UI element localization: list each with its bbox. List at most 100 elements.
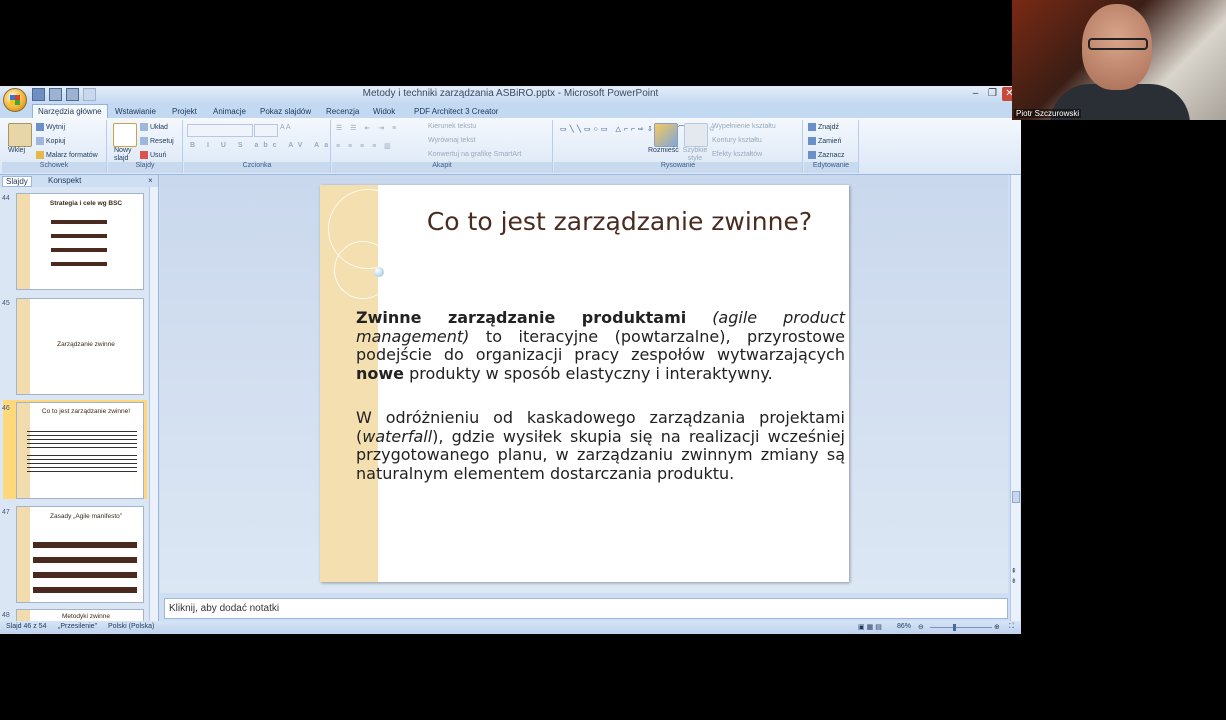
slide-thumbnail[interactable]: Zarządzanie zwinne: [16, 298, 144, 395]
tab-outline[interactable]: Konspekt: [48, 176, 81, 185]
cut-button[interactable]: Wytnij: [36, 123, 65, 131]
slide-paragraph-2[interactable]: W odróżnieniu od kaskadowego zarządzania…: [356, 408, 845, 483]
arrange-icon[interactable]: [654, 123, 678, 147]
layout-button[interactable]: Układ: [140, 123, 168, 131]
reset-icon: [140, 137, 148, 145]
grow-font-icon[interactable]: A A: [280, 124, 291, 131]
new-slide-button[interactable]: Nowy slajd: [114, 147, 138, 163]
minimize-button[interactable]: –: [968, 87, 983, 101]
ribbon: Wklej Wytnij Kopiuj Malarz formatów Scho…: [0, 118, 1021, 175]
slide-paragraph-1[interactable]: Zwinne zarządzanie produktami (agile pro…: [356, 308, 845, 383]
thumb-bar: [51, 262, 107, 266]
panel-close-icon[interactable]: ×: [148, 176, 153, 185]
tab-design[interactable]: Projekt: [172, 105, 197, 118]
font-name-dropdown[interactable]: [187, 124, 253, 137]
convert-smartart-button[interactable]: Konwertuj na grafikę SmartArt: [428, 151, 521, 158]
delete-slide-button[interactable]: Usuń: [140, 151, 166, 159]
group-paragraph: ☰ ☰ ⇤ ⇥ ≡ Kierunek tekstu Wyrównaj tekst…: [332, 120, 553, 173]
alignment-buttons[interactable]: ≡ ≡ ≡ ≡ ▥: [336, 142, 394, 150]
restore-button[interactable]: ❐: [985, 87, 1000, 101]
layout-icon: [140, 123, 148, 131]
shape-effects-button[interactable]: Efekty kształtów: [712, 151, 762, 158]
tab-insert[interactable]: Wstawianie: [115, 105, 156, 118]
fit-slide-icon[interactable]: ⛶: [1009, 623, 1014, 631]
tab-view[interactable]: Widok: [373, 105, 395, 118]
current-slide[interactable]: Co to jest zarządzanie zwinne? Zwinne za…: [320, 185, 849, 582]
presenter-glasses: [1088, 38, 1148, 50]
presenter-name: Piotr Szczurowski: [1014, 109, 1082, 118]
slide-thumbnail[interactable]: Zasady „Agile manifesto”: [16, 506, 144, 603]
drawing-group-label: Rysowanie: [554, 162, 802, 173]
format-painter-button[interactable]: Malarz formatów: [36, 151, 98, 159]
shape-fill-button[interactable]: Wypełnienie kształtu: [712, 123, 776, 130]
copy-button[interactable]: Kopiuj: [36, 137, 65, 145]
powerpoint-window: Metody i techniki zarządzania ASBiRO.ppt…: [0, 86, 1021, 634]
thumb-title: Strategia i cele wg BSC: [49, 200, 123, 207]
tab-animations[interactable]: Animacje: [213, 105, 246, 118]
zoom-in-icon[interactable]: ⊕: [994, 623, 1000, 631]
tab-slides[interactable]: Slajdy: [2, 176, 32, 187]
editor-scrollbar[interactable]: ⇞ ⇟: [1010, 175, 1020, 621]
thumb-bar: [51, 220, 107, 224]
replace-button[interactable]: Zamień: [808, 137, 841, 145]
select-label: Zaznacz: [818, 151, 845, 159]
find-button[interactable]: Znajdź: [808, 123, 839, 131]
zoom-slider-thumb[interactable]: [953, 624, 956, 631]
thumb-bar: [33, 542, 137, 548]
tab-pdf-architect[interactable]: PDF Architect 3 Creator: [414, 105, 498, 118]
window-controls: – ❐ ✕: [968, 87, 1017, 101]
quick-styles-button[interactable]: Szybkie style: [682, 147, 708, 163]
painter-label: Malarz formatów: [46, 151, 98, 159]
group-drawing: ▭╲╲▭○▭ △⌐⌐⇨⇩◯ ⌇⌒⌒{}☆ Rozmieść Szybkie st…: [554, 120, 803, 173]
notes-pane[interactable]: Kliknij, aby dodać notatki: [164, 598, 1008, 619]
shape-outline-button[interactable]: Kontury kształtu: [712, 137, 762, 144]
paste-button[interactable]: Wklej: [8, 147, 25, 154]
term-waterfall: waterfall: [362, 426, 433, 446]
p1-end: produkty w sposób elastyczny i interakty…: [404, 363, 773, 383]
thumb-bar: [51, 248, 107, 252]
layout-label: Układ: [150, 123, 168, 131]
replace-icon: [808, 137, 816, 145]
select-icon: [808, 151, 816, 159]
thumb-number: 48: [2, 612, 10, 619]
zoom-out-icon[interactable]: ⊖: [918, 623, 924, 631]
text-direction-button[interactable]: Kierunek tekstu: [428, 123, 476, 130]
webcam-overlay: Piotr Szczurowski: [1012, 0, 1226, 120]
quick-styles-icon[interactable]: [684, 123, 708, 147]
zoom-level[interactable]: 86%: [897, 623, 911, 630]
title-bar: Metody i techniki zarządzania ASBiRO.ppt…: [0, 86, 1021, 104]
slide-thumbnail[interactable]: Strategia i cele wg BSC: [16, 193, 144, 290]
cut-label: Wytnij: [46, 123, 65, 131]
panel-scrollbar[interactable]: [149, 187, 158, 623]
thumb-title: Zarządzanie zwinne: [57, 341, 115, 348]
tab-home[interactable]: Narzędzia główne: [32, 104, 108, 118]
scroll-thumb[interactable]: [1012, 491, 1020, 503]
tab-slideshow[interactable]: Pokaz slajdów: [260, 105, 311, 118]
align-text-button[interactable]: Wyrównaj tekst: [428, 137, 475, 144]
slide-title[interactable]: Co to jest zarządzanie zwinne?: [400, 207, 839, 236]
font-style-buttons[interactable]: B I U S abc AV Aa: [190, 142, 333, 149]
slide-thumbnail-selected[interactable]: Co to jest zarządzanie zwinne!: [16, 402, 144, 499]
reset-button[interactable]: Resetuj: [140, 137, 174, 145]
prev-slide-icon[interactable]: ⇞: [1011, 567, 1017, 575]
language-status[interactable]: Polski (Polska): [108, 623, 154, 630]
copy-icon: [36, 137, 44, 145]
window-title: Metody i techniki zarządzania ASBiRO.ppt…: [362, 88, 659, 99]
paste-icon[interactable]: [8, 123, 32, 147]
tab-review[interactable]: Recenzja: [326, 105, 359, 118]
slides-panel: Slajdy Konspekt × 44 Strategia i cele wg…: [0, 175, 159, 623]
editing-group-label: Edytowanie: [804, 162, 858, 173]
delete-icon: [140, 151, 148, 159]
office-button[interactable]: [3, 88, 27, 112]
thumb-strip: [17, 507, 30, 602]
select-button[interactable]: Zaznacz: [808, 151, 844, 159]
new-slide-icon[interactable]: [113, 123, 137, 147]
thumb-number: 47: [2, 509, 10, 516]
list-buttons[interactable]: ☰ ☰ ⇤ ⇥ ≡: [336, 124, 399, 132]
font-size-dropdown[interactable]: [254, 124, 278, 137]
zoom-slider[interactable]: [930, 627, 992, 628]
arrange-button[interactable]: Rozmieść: [648, 147, 679, 154]
next-slide-icon[interactable]: ⇟: [1011, 577, 1017, 585]
view-buttons[interactable]: ▣▦▤: [858, 623, 884, 631]
paragraph-group-label: Akapit: [332, 162, 552, 173]
